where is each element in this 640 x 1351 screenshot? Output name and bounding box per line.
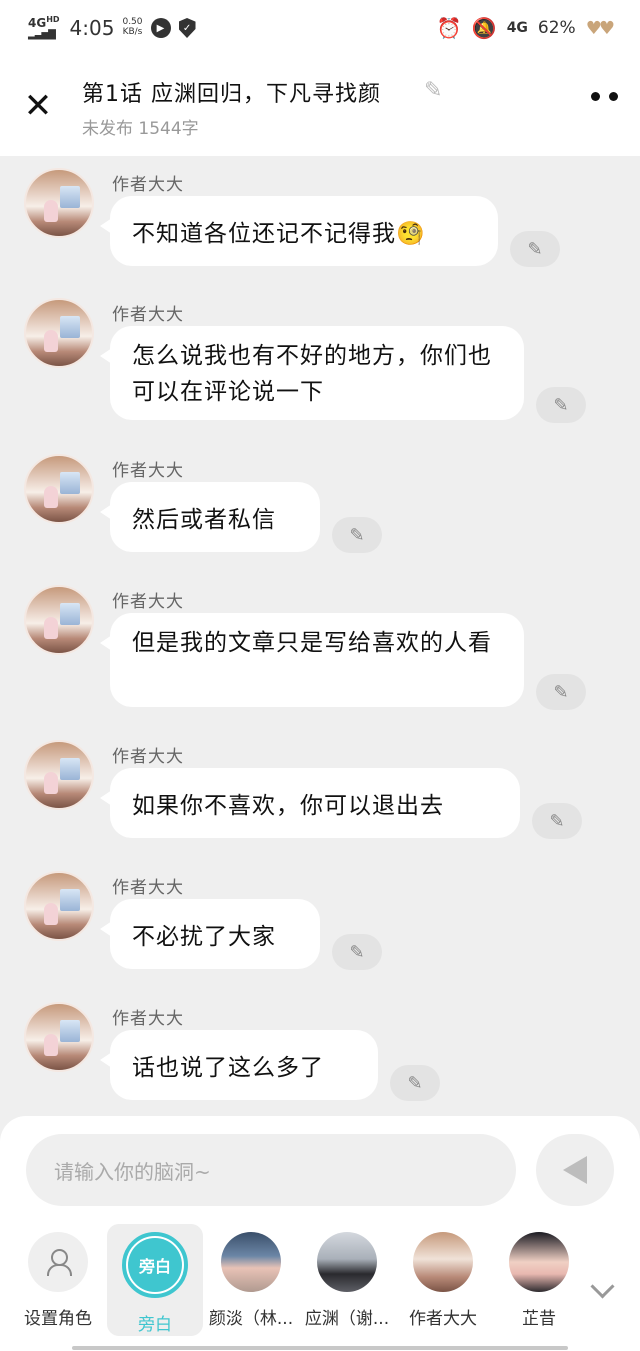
narration-avatar: 旁白 xyxy=(122,1232,188,1298)
author-name: 作者大大 xyxy=(112,592,184,612)
role-label: 颜淡（林... xyxy=(208,1309,294,1329)
pencil-icon: ✎ xyxy=(527,238,543,260)
publish-status: 未发布 1544字 xyxy=(82,119,199,139)
avatar[interactable] xyxy=(24,1002,94,1072)
heart-icon: ♥♥ xyxy=(585,17,615,39)
avatar[interactable] xyxy=(24,585,94,655)
author-name: 作者大大 xyxy=(112,305,184,325)
avatar[interactable] xyxy=(24,454,94,524)
role-narration[interactable]: 旁白 旁白 xyxy=(107,1224,203,1336)
edit-message-button[interactable]: ✎ xyxy=(390,1065,440,1101)
media-play-icon: ▶ xyxy=(150,18,171,38)
clock: 4:05 xyxy=(69,16,115,40)
network-speed: 0.50 KB/s xyxy=(122,17,143,37)
close-icon[interactable]: ✕ xyxy=(18,86,58,126)
author-name: 作者大大 xyxy=(112,1009,184,1029)
message-input[interactable]: 请输入你的脑洞~ xyxy=(26,1134,516,1206)
author-name: 作者大大 xyxy=(112,747,184,767)
message-bubble[interactable]: 然后或者私信 xyxy=(100,482,320,552)
edit-message-button[interactable]: ✎ xyxy=(510,231,560,267)
avatar xyxy=(221,1232,281,1292)
mute-notification-icon: 🔕 xyxy=(471,16,497,40)
more-options-icon[interactable] xyxy=(591,92,618,101)
role-set-character[interactable]: 设置角色 xyxy=(10,1224,106,1336)
edit-message-button[interactable]: ✎ xyxy=(332,517,382,553)
network-indicator: 4GHD ▂▃▅▇ xyxy=(28,15,60,41)
avatar[interactable] xyxy=(24,740,94,810)
pencil-icon: ✎ xyxy=(553,394,569,416)
author-name: 作者大大 xyxy=(112,878,184,898)
composer-panel: 请输入你的脑洞~ 设置角色 旁白 旁白 颜淡（林... 应渊（谢... 作者大大 xyxy=(0,1116,640,1351)
home-indicator[interactable] xyxy=(72,1346,568,1350)
edit-title-icon[interactable]: ✎ xyxy=(424,78,442,103)
chapter-title[interactable]: 第1话 应渊回归，下凡寻找颜 xyxy=(82,76,381,108)
message-bubble[interactable]: 不必扰了大家 xyxy=(100,899,320,969)
avatar[interactable] xyxy=(24,871,94,941)
role-character-yingyuan[interactable]: 应渊（谢... xyxy=(299,1224,395,1336)
pencil-icon: ✎ xyxy=(349,941,365,963)
message-bubble[interactable]: 不知道各位还记不记得我🧐 xyxy=(100,196,498,266)
pencil-icon: ✎ xyxy=(349,524,365,546)
avatar[interactable] xyxy=(24,298,94,368)
edit-message-button[interactable]: ✎ xyxy=(532,803,582,839)
chevron-down-icon[interactable] xyxy=(590,1278,616,1304)
role-character-author[interactable]: 作者大大 xyxy=(395,1224,491,1336)
pencil-icon: ✎ xyxy=(553,681,569,703)
message-bubble[interactable]: 如果你不喜欢，你可以退出去 xyxy=(100,768,520,838)
edit-message-button[interactable]: ✎ xyxy=(536,674,586,710)
alarm-icon: ⏰ xyxy=(436,16,462,40)
chapter-header: ✕ 第1话 应渊回归，下凡寻找颜 ✎ 未发布 1544字 xyxy=(0,56,640,156)
avatar xyxy=(509,1232,569,1292)
person-settings-icon xyxy=(28,1232,88,1292)
role-label: 旁白 xyxy=(138,1315,172,1335)
author-name: 作者大大 xyxy=(112,175,184,195)
edit-message-button[interactable]: ✎ xyxy=(332,934,382,970)
pencil-icon: ✎ xyxy=(549,810,565,832)
role-character-yandan[interactable]: 颜淡（林... xyxy=(203,1224,299,1336)
avatar[interactable] xyxy=(24,168,94,238)
edit-message-button[interactable]: ✎ xyxy=(536,387,586,423)
send-arrow-icon xyxy=(563,1156,587,1184)
status-bar: 4GHD ▂▃▅▇ 4:05 0.50 KB/s ▶ ✓ ⏰ 🔕 4G 62% … xyxy=(0,0,640,56)
shield-icon: ✓ xyxy=(178,18,196,38)
role-label: 应渊（谢... xyxy=(304,1309,390,1329)
avatar xyxy=(317,1232,377,1292)
battery-level: 62% xyxy=(537,18,576,38)
role-character-zhixi[interactable]: 芷昔 xyxy=(491,1224,587,1336)
send-button[interactable] xyxy=(536,1134,614,1206)
role-label: 作者大大 xyxy=(409,1309,477,1329)
message-bubble[interactable]: 怎么说我也有不好的地方，你们也可以在评论说一下 xyxy=(100,326,524,420)
avatar xyxy=(413,1232,473,1292)
message-bubble[interactable]: 但是我的文章只是写给喜欢的人看 xyxy=(100,613,524,707)
author-name: 作者大大 xyxy=(112,461,184,481)
role-selector: 设置角色 旁白 旁白 颜淡（林... 应渊（谢... 作者大大 芷昔 xyxy=(0,1220,640,1340)
network-right: 4G xyxy=(506,20,528,36)
role-label: 设置角色 xyxy=(24,1309,92,1329)
message-bubble[interactable]: 话也说了这么多了 xyxy=(100,1030,378,1100)
role-label: 芷昔 xyxy=(522,1309,556,1329)
pencil-icon: ✎ xyxy=(407,1072,423,1094)
